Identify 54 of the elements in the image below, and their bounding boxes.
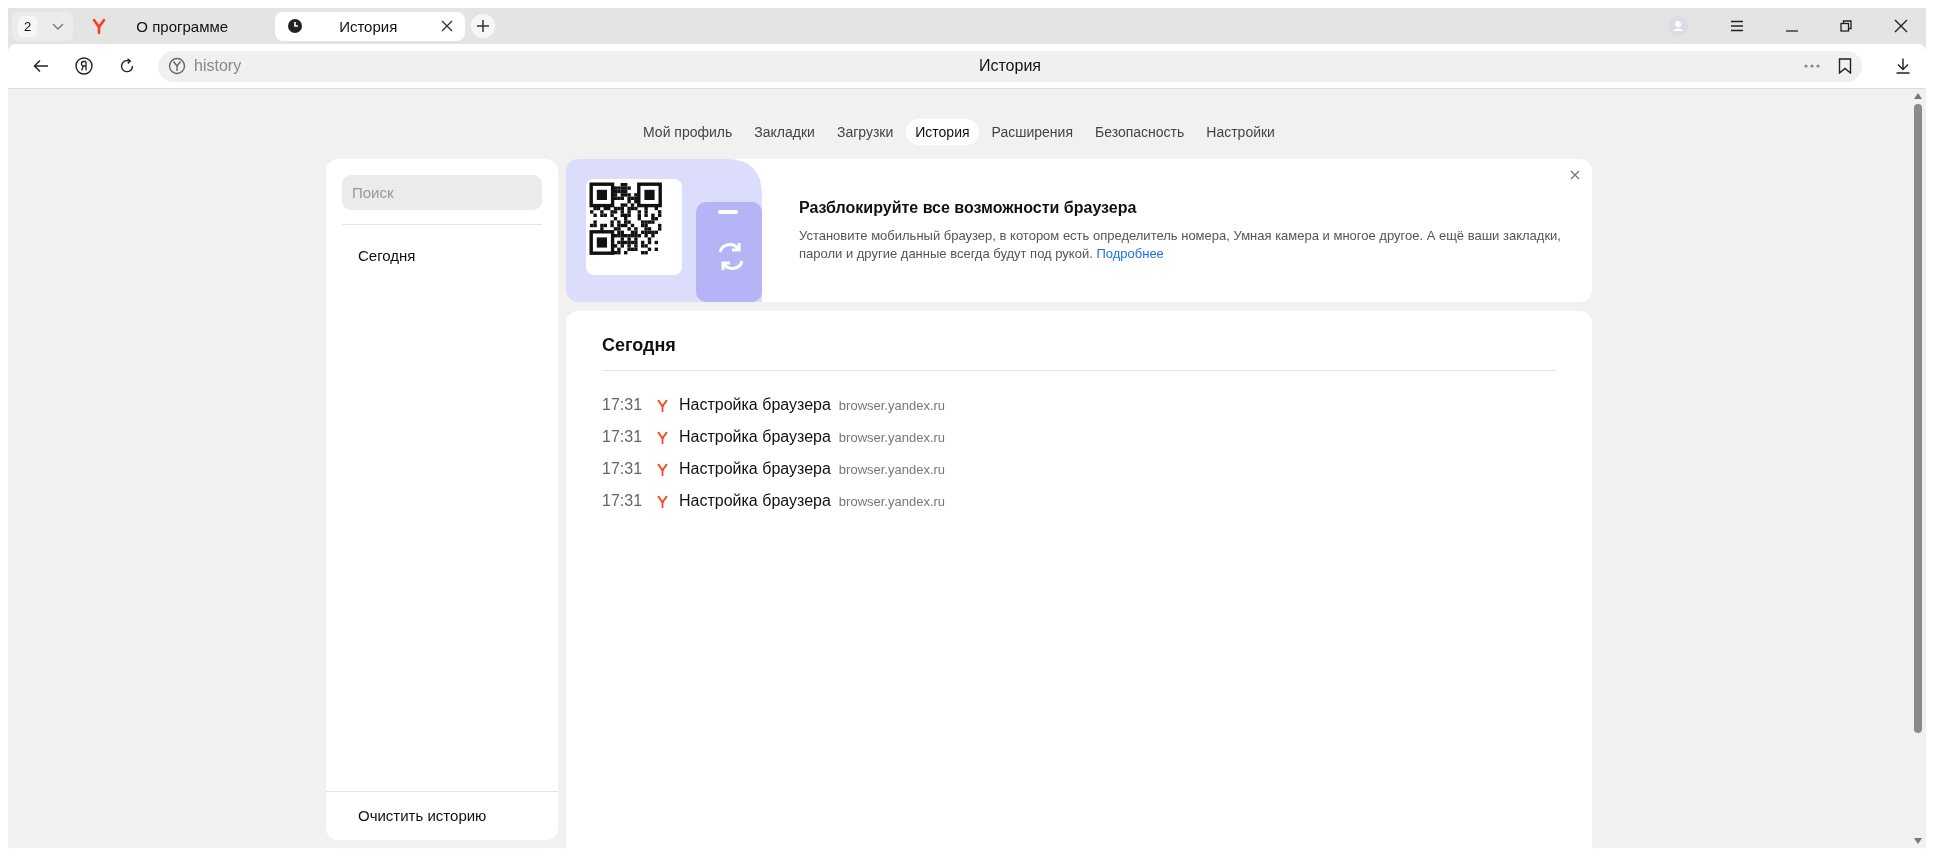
nav-tab[interactable]: Мой профиль (634, 119, 742, 145)
site-domain: browser.yandex.ru (838, 461, 946, 477)
nav-tab[interactable]: Настройки (1197, 119, 1284, 145)
more-icon[interactable] (1804, 64, 1820, 68)
clear-history-button[interactable]: Очистить историю (342, 792, 542, 840)
url-text: history (194, 57, 242, 75)
section-heading: Сегодня (602, 335, 677, 357)
reload-icon[interactable] (119, 58, 135, 74)
yandex-logo-icon (656, 398, 669, 412)
close-icon[interactable] (1894, 19, 1908, 33)
clock-icon (287, 18, 304, 34)
back-arrow-icon[interactable] (33, 59, 49, 73)
scroll-up-icon[interactable] (1914, 93, 1922, 99)
visit-time: 17:31 (602, 396, 644, 414)
history-link[interactable]: Настройка браузера (679, 396, 831, 414)
history-link[interactable]: Настройка браузера (679, 460, 831, 478)
yandex-logo-icon (656, 430, 669, 444)
nav-tab[interactable]: Расширения (982, 119, 1082, 145)
history-link[interactable]: Настройка браузера (679, 492, 831, 510)
address-field[interactable]: history История (158, 50, 1862, 82)
history-link[interactable]: Настройка браузера (679, 428, 831, 446)
close-icon[interactable] (441, 20, 454, 32)
nav-tab[interactable]: Безопасность (1086, 119, 1194, 145)
browser-tab[interactable]: История (275, 11, 466, 41)
scroll-down-icon[interactable] (1914, 838, 1922, 844)
browser-logo-icon (168, 57, 186, 75)
nav-tab[interactable]: История (906, 119, 979, 145)
banner-text: Установите мобильный браузер, в котором есть определитель номера, Умная камера и многое другое. А ещё ваши закладки, пароли и другие данные всегда будут под рукой. Подробнее (799, 226, 1562, 263)
download-icon[interactable] (1896, 58, 1910, 74)
bookmark-icon[interactable] (1838, 58, 1852, 74)
browser-tab[interactable]: О программе (79, 11, 270, 41)
site-domain: browser.yandex.ru (838, 429, 946, 445)
tab-count-badge: 2 (18, 15, 38, 37)
yandex-logo-icon (656, 462, 669, 476)
tab-group-control[interactable]: 2 (12, 11, 74, 41)
more-link[interactable]: Подробнее (1096, 245, 1164, 261)
yandex-logo-icon (656, 494, 669, 508)
new-tab-icon[interactable] (471, 14, 496, 38)
letter-circle-icon[interactable] (75, 57, 93, 75)
site-domain: browser.yandex.ru (838, 397, 946, 413)
restore-icon[interactable] (1840, 20, 1852, 32)
visit-time: 17:31 (602, 492, 644, 510)
menu-icon[interactable] (1730, 20, 1744, 32)
site-domain: browser.yandex.ru (838, 493, 946, 509)
sidebar-item[interactable]: Сегодня (342, 241, 542, 270)
nav-tab[interactable]: Закладки (745, 119, 824, 145)
visit-time: 17:31 (602, 460, 644, 478)
yandex-logo-icon (91, 18, 108, 34)
visit-time: 17:31 (602, 428, 644, 446)
page-title: История (977, 57, 1042, 75)
nav-tab[interactable]: Загрузки (827, 119, 903, 145)
search-field[interactable]: Поиск (342, 175, 542, 210)
scroll-thumb[interactable] (1914, 104, 1922, 733)
banner-title: Разблокируйте все возможности браузера (799, 198, 1138, 217)
